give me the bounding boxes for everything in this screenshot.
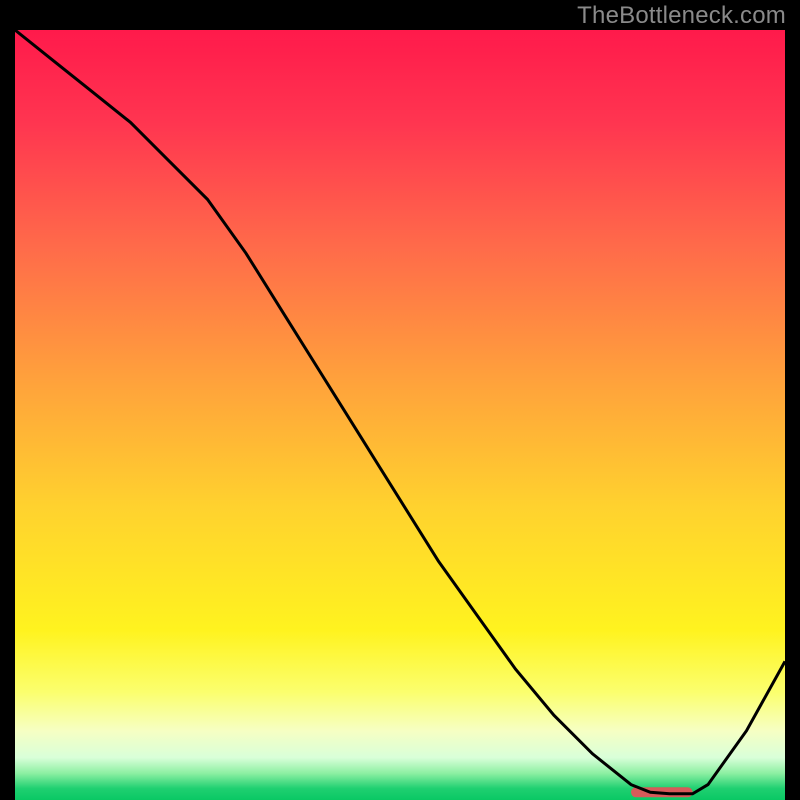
gradient-background	[15, 30, 785, 800]
watermark-text: TheBottleneck.com	[577, 2, 786, 30]
chart-frame	[15, 30, 785, 800]
bottleneck-chart	[15, 30, 785, 800]
